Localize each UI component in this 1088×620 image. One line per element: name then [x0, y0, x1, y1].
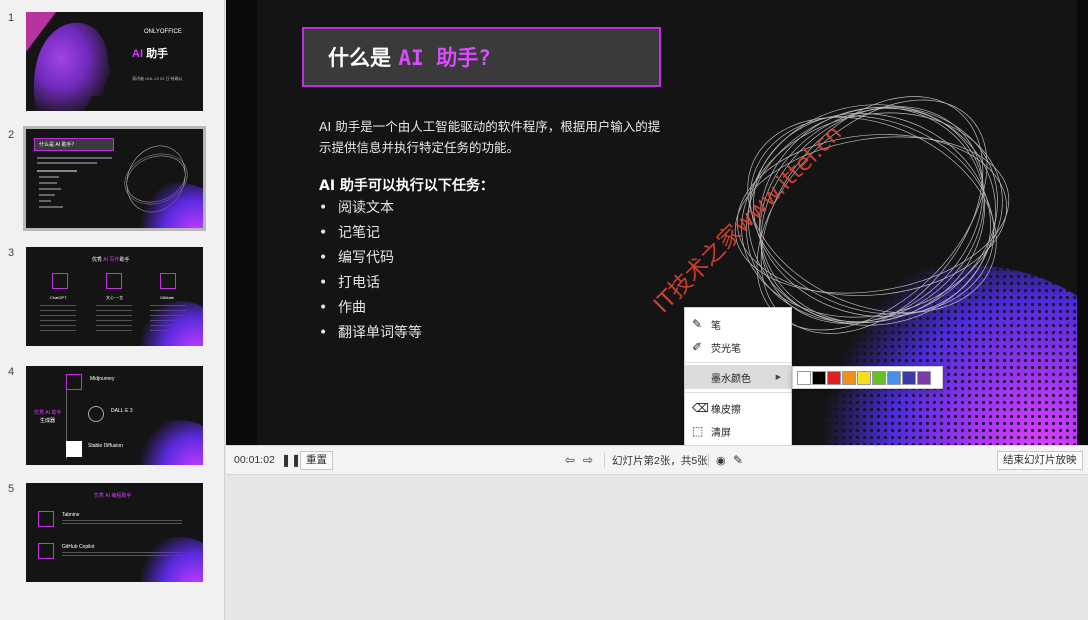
timer: 00:01:02: [234, 454, 275, 466]
thumb-item: DALL·E 3: [111, 408, 133, 414]
thumb-left-title: 优秀 AI 助手: [34, 410, 62, 416]
slide-title: 什么是 AI 助手?: [328, 46, 491, 70]
tasks-heading: AI 助手可以执行以下任务：: [319, 178, 494, 194]
thumb-brand: ONLYOFFICE: [144, 29, 182, 35]
color-swatch-yellow[interactable]: [857, 370, 871, 385]
color-swatch-white[interactable]: [797, 370, 811, 385]
pen-menu: ✎ 笔 ✐ 荧光笔 墨水颜色 ▶ ⌫ 橡皮擦 ⬚ 清屏: [684, 307, 792, 447]
thumbnail-number: 4: [8, 366, 15, 378]
list-item: 记笔记: [319, 221, 422, 246]
thumbnail-row-5[interactable]: 5 优秀 AI 编程助手 Tabnine GitHub Copilot: [0, 483, 225, 587]
slide-thumbnail-1[interactable]: ONLYOFFICE AI 助手 演讲者 ONL 03 03 日 待确认: [26, 12, 203, 111]
thumbnail-number: 3: [8, 247, 15, 259]
slide-stage: 什么是 AI 助手? AI 助手是一个由人工智能驱动的软件程序，根据用户输入的提…: [226, 0, 1088, 445]
thumbnail-row-1[interactable]: 1 ONLYOFFICE AI 助手 演讲者 ONL 03 03 日 待确认: [0, 12, 225, 116]
thumbnail-row-3[interactable]: 3 优秀 AI 写作助手 ChatGPT 文心 一言 GitMate: [0, 247, 225, 351]
thumb-col: 文心 一言: [106, 295, 124, 300]
color-swatch-blue[interactable]: [887, 370, 901, 385]
slide-thumbnail-2[interactable]: 什么是 AI 助手？: [23, 126, 206, 231]
thumbnail-panel: 1 ONLYOFFICE AI 助手 演讲者 ONL 03 03 日 待确认 2…: [0, 0, 225, 620]
highlighter-icon: ✐: [692, 340, 703, 354]
slide-title-box: 什么是 AI 助手?: [302, 27, 661, 87]
list-item: 翻译单词等等: [319, 321, 422, 346]
thumb-title: 优秀 AI 编程助手: [94, 493, 132, 499]
color-swatch-green[interactable]: [872, 370, 886, 385]
thumb-item: Stable Diffusion: [88, 443, 123, 449]
thumb-title: AI 助手: [132, 48, 169, 60]
list-item: 编写代码: [319, 246, 422, 271]
end-slideshow-button[interactable]: 结束幻灯片放映: [997, 450, 1083, 470]
slide-intro: AI 助手是一个由人工智能驱动的软件程序，根据用户输入的提示提供信息并执行特定任…: [319, 119, 661, 155]
thumbnail-number: 5: [8, 483, 15, 495]
pause-icon[interactable]: ❚❚: [281, 446, 301, 474]
slide-counter: 幻灯片第2张，共5张: [612, 454, 708, 467]
list-item: 阅读文本: [319, 196, 422, 221]
color-swatch-orange[interactable]: [842, 370, 856, 385]
menu-item-pen[interactable]: ✎ 笔: [685, 312, 791, 336]
thumbnail-row-4[interactable]: 4 优秀 AI 助手 生成器 Midjourney DALL·E 3 Stabl…: [0, 366, 225, 470]
thumbnail-row-2[interactable]: 2 什么是 AI 助手？: [0, 126, 225, 233]
submenu-arrow-icon: ▶: [775, 373, 781, 381]
reset-button[interactable]: 重置: [300, 450, 333, 470]
thumbnail-number: 1: [8, 12, 15, 24]
color-swatch-indigo[interactable]: [902, 370, 916, 385]
menu-item-highlighter[interactable]: ✐ 荧光笔: [685, 335, 791, 359]
slide-thumbnail-5[interactable]: 优秀 AI 编程助手 Tabnine GitHub Copilot: [26, 483, 203, 582]
color-swatch-black[interactable]: [812, 370, 826, 385]
thumb-item: Midjourney: [90, 376, 115, 382]
pen-icon: ✎: [692, 317, 703, 331]
menu-item-clear[interactable]: ⬚ 清屏: [685, 419, 791, 443]
slideshow-toolbar: 00:01:02 ❚❚ 重置 ⇦ ⇨ 幻灯片第2张，共5张 ◉ ✎ 结束幻灯片放…: [226, 445, 1088, 475]
notes-area: [226, 476, 1088, 620]
thumbnail-number: 2: [8, 129, 15, 141]
thumb-item: GitHub Copilot: [62, 544, 95, 550]
color-swatch-purple[interactable]: [917, 370, 931, 385]
prev-slide-icon[interactable]: ⇦: [565, 446, 575, 474]
ink-color-palette: [792, 366, 943, 389]
slide-thumbnail-3[interactable]: 优秀 AI 写作助手 ChatGPT 文心 一言 GitMate: [26, 247, 203, 346]
menu-item-ink-color[interactable]: 墨水颜色 ▶: [685, 365, 791, 389]
menu-item-eraser[interactable]: ⌫ 橡皮擦: [685, 396, 791, 420]
thumb-left-sub: 生成器: [40, 418, 56, 424]
tasks-list: 阅读文本 记笔记 编写代码 打电话 作曲 翻译单词等等: [319, 196, 422, 346]
clear-screen-icon: ⬚: [692, 424, 704, 438]
eraser-icon: ⌫: [692, 401, 709, 415]
thumb-meta: 演讲者 ONL 03 03 日 待确认: [132, 76, 183, 81]
thumb-col: ChatGPT: [50, 295, 67, 300]
color-swatch-red[interactable]: [827, 370, 841, 385]
slide-thumbnail-4[interactable]: 优秀 AI 助手 生成器 Midjourney DALL·E 3 Stable …: [26, 366, 203, 465]
next-slide-icon[interactable]: ⇨: [583, 446, 593, 474]
pen-tool-icon[interactable]: ✎: [733, 446, 743, 474]
current-slide[interactable]: 什么是 AI 助手? AI 助手是一个由人工智能驱动的软件程序，根据用户输入的提…: [257, 0, 1077, 445]
thumb-item: Tabnine: [62, 512, 80, 518]
face-illustration: [26, 12, 112, 111]
thumb-col: GitMate: [160, 295, 175, 300]
thumb-title: 优秀 AI 写作助手: [92, 257, 130, 263]
pointer-icon[interactable]: ◉: [716, 446, 726, 474]
list-item: 打电话: [319, 271, 422, 296]
list-item: 作曲: [319, 296, 422, 321]
